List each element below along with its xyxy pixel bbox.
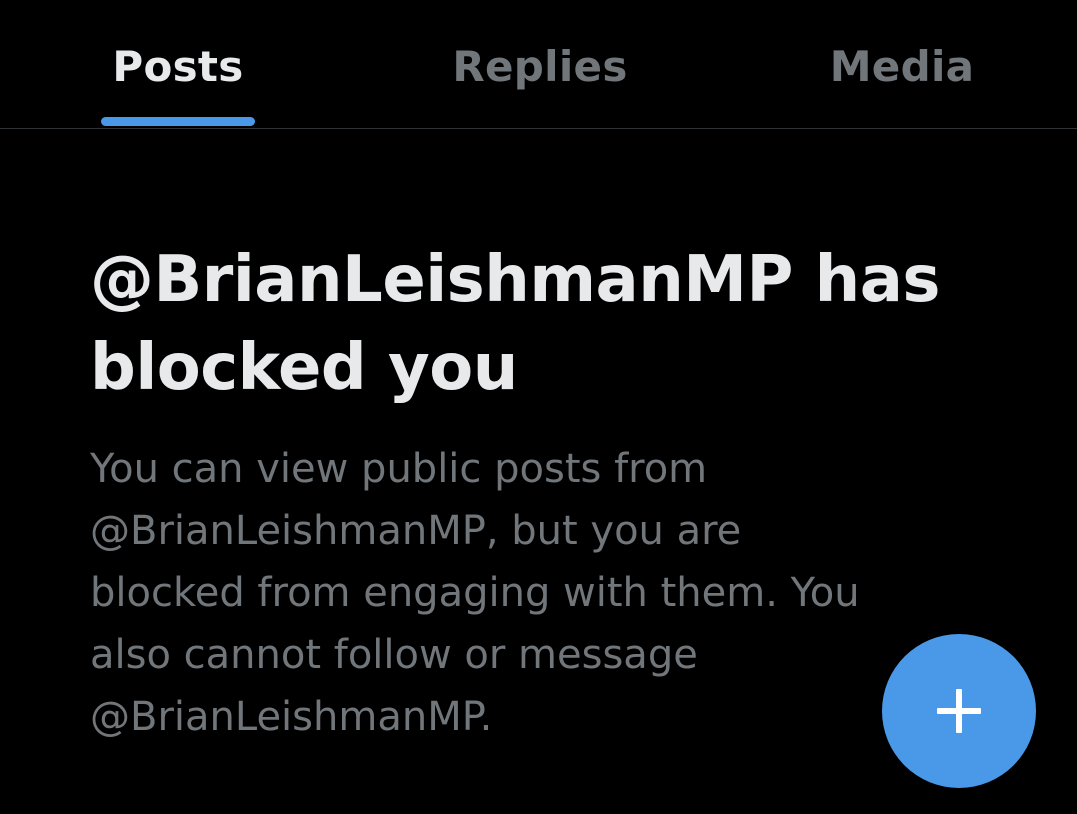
tab-media-label: Media xyxy=(829,42,975,91)
active-tab-indicator xyxy=(101,117,255,126)
tab-posts-label: Posts xyxy=(112,42,244,91)
compose-post-button[interactable] xyxy=(882,634,1036,788)
blocked-message: You can view public posts from @BrianLei… xyxy=(90,446,860,740)
profile-tabs: Posts Replies Media xyxy=(0,0,1077,129)
blocked-title: @BrianLeishmanMP has blocked you xyxy=(90,243,940,405)
tab-replies-label: Replies xyxy=(452,42,628,91)
plus-icon xyxy=(937,689,981,733)
tab-media[interactable]: Media xyxy=(780,0,1024,128)
tab-posts[interactable]: Posts xyxy=(60,0,296,128)
tab-replies[interactable]: Replies xyxy=(420,0,660,128)
